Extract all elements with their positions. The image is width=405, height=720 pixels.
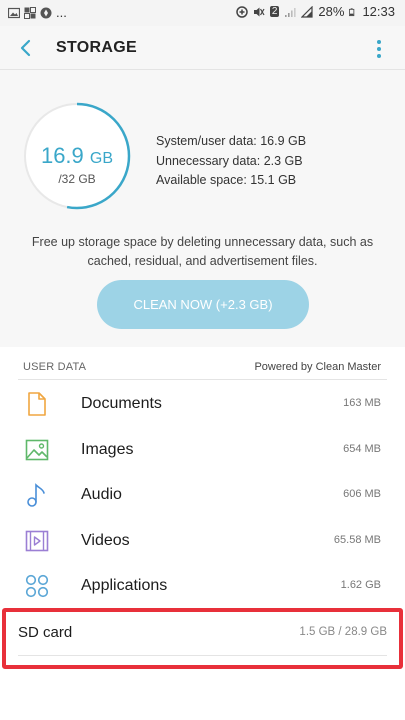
used-storage: 16.9 GB [22,143,132,169]
total-storage: /32 GB [58,172,96,186]
back-arrow-icon[interactable] [14,36,38,60]
category-label: Documents [81,395,162,412]
gallery-notification-icon [8,7,20,18]
stat-system-user-data: System/user data: 16.9 GB [156,134,307,148]
app-notification-icon [24,6,36,19]
signal-icon [285,7,297,17]
sim-badge: 2 [269,6,280,17]
category-row-videos[interactable]: Videos 65.58 MB [0,519,405,563]
divider [18,379,387,380]
category-row-audio[interactable]: Audio 606 MB [0,473,405,517]
page-title: STORAGE [56,39,137,56]
clean-now-button[interactable]: CLEAN NOW (+2.3 GB) [97,280,309,329]
user-data-header: USER DATA Powered by Clean Master [0,359,405,375]
video-icon [25,530,49,552]
used-storage-value: 16.9 [40,143,84,168]
storage-summary: 16.9 GB /32 GB System/user data: 16.9 GB… [0,71,405,346]
more-vertical-icon[interactable] [375,38,383,60]
powered-by-label: Powered by Clean Master [254,361,381,373]
category-label: Images [81,441,134,458]
category-size: 163 MB [343,397,381,409]
clock: 12:33 [362,4,395,19]
category-label: Videos [81,532,130,549]
music-note-icon [27,483,45,507]
category-size: 654 MB [343,443,381,455]
battery-icon [349,7,355,16]
category-size: 65.58 MB [333,534,381,546]
app-bar: STORAGE [0,26,405,70]
storage-stats: System/user data: 16.9 GB Unnecessary da… [156,132,306,191]
clean-description: Free up storage space by deleting unnece… [31,235,374,268]
highlight-box [2,608,403,669]
status-bar-notifications: ... [8,5,67,20]
mute-icon [253,7,265,16]
category-row-applications[interactable]: Applications 1.62 GB [0,564,405,608]
compass-notification-icon [40,7,52,18]
more-notifications-text: ... [56,5,67,20]
category-row-documents[interactable]: Documents 163 MB [0,382,405,426]
data-saver-icon [236,5,248,18]
user-data-title: USER DATA [23,361,87,373]
category-label: Audio [81,486,122,503]
status-bar-system: 2 28% 12:33 [236,4,395,19]
battery-percent: 28% [318,4,345,19]
category-size: 606 MB [343,488,381,500]
used-storage-unit: GB [89,150,114,167]
document-icon [28,392,46,416]
network-signal-icon [301,5,314,18]
category-label: Applications [81,577,168,594]
status-bar: ... 2 28% 12:33 [0,0,405,26]
category-size: 1.62 GB [340,579,381,591]
image-icon [25,439,49,461]
stat-unnecessary-data: Unnecessary data: 2.3 GB [156,153,303,168]
apps-icon [25,574,49,598]
stat-available-space: Available space: 15.1 GB [156,173,297,187]
category-row-images[interactable]: Images 654 MB [0,428,405,472]
